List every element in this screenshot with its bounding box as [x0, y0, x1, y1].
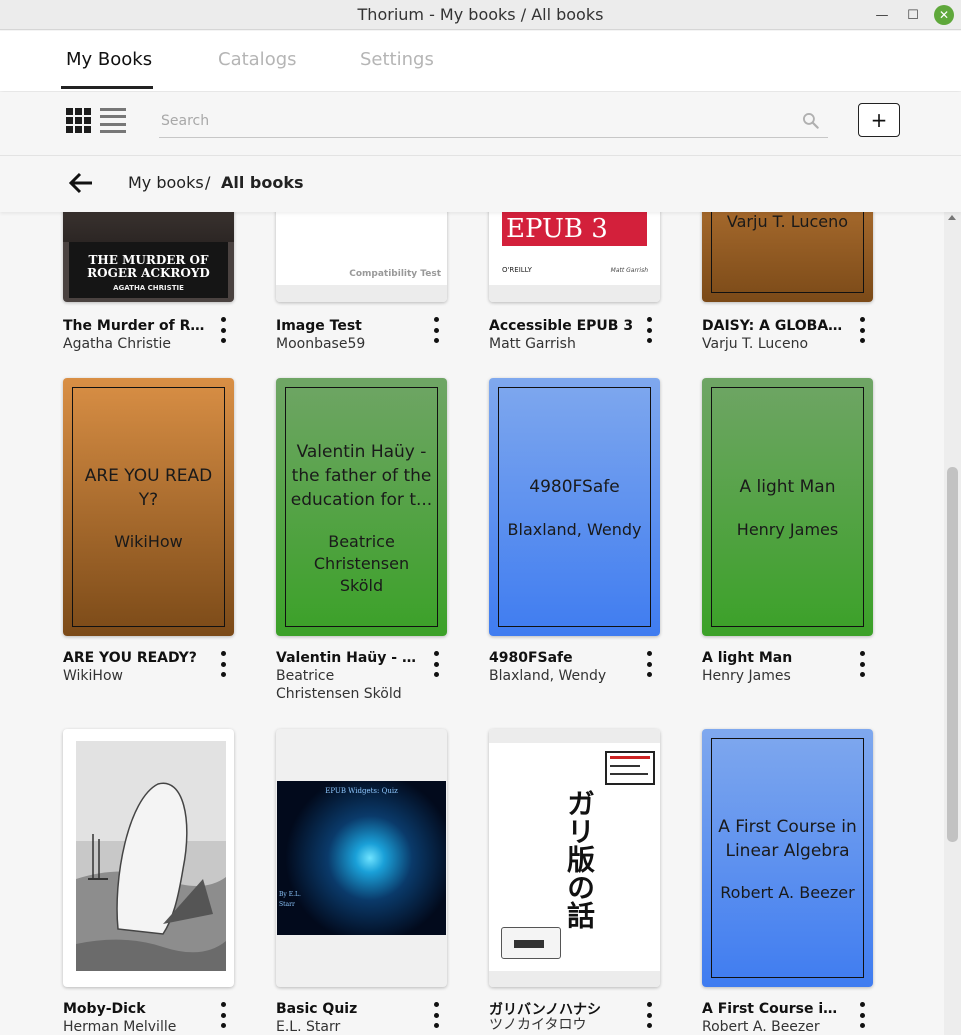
book-title[interactable]: The Murder of Ro... — [63, 318, 208, 334]
book-cover[interactable]: A light Man Henry James — [702, 378, 873, 636]
book-menu-button[interactable] — [856, 651, 868, 677]
book-menu-button[interactable] — [430, 651, 442, 677]
search-box — [159, 106, 828, 138]
tab-settings[interactable]: Settings — [360, 49, 434, 70]
book-title[interactable]: ARE YOU READY? — [63, 650, 208, 666]
cover-author: Robert A. Beezer — [720, 883, 855, 902]
book-cover[interactable]: ARE YOU READ Y? WikiHow — [63, 378, 234, 636]
maximize-button[interactable]: ☐ — [903, 5, 923, 25]
book-title[interactable]: A First Course in L... — [702, 1001, 847, 1017]
window-titlebar: Thorium - My books / All books — ☐ ✕ — [0, 0, 961, 30]
book-menu-button[interactable] — [856, 1002, 868, 1028]
cover-author: Blaxland, Wendy — [507, 520, 642, 539]
add-book-button[interactable]: + — [858, 103, 900, 137]
book-cover[interactable]: Compatibility Test — [276, 212, 447, 302]
search-input[interactable] — [159, 106, 779, 136]
cover-author: WikiHow — [114, 532, 183, 551]
breadcrumb-my-books[interactable]: My books — [128, 173, 204, 192]
close-button[interactable]: ✕ — [934, 5, 954, 25]
book-author: Beatrice Christensen Sköld — [276, 668, 402, 702]
book-menu-button[interactable] — [217, 1002, 229, 1028]
book-grid: THE MURDER OF ROGER ACKROYD AGATHA CHRIS… — [0, 212, 944, 1035]
cover-title: ARE YOU READ Y? — [84, 466, 213, 510]
book-cover[interactable]: THE MURDER OF ROGER ACKROYD AGATHA CHRIS… — [63, 212, 234, 302]
book-title[interactable]: 4980FSafe — [489, 650, 634, 666]
cover-author: Henry James — [736, 520, 839, 539]
cover-caption: Compatibility Test — [349, 269, 441, 279]
book-author: Blaxland, Wendy — [489, 668, 607, 684]
cover-title: EPUB Widgets: Quiz — [325, 787, 398, 795]
book-menu-button[interactable] — [643, 1002, 655, 1028]
book-cover[interactable] — [63, 729, 234, 987]
active-tab-indicator — [61, 86, 153, 89]
book-cover[interactable]: 4980FSafe Blaxland, Wendy — [489, 378, 660, 636]
book-title[interactable]: Valentin Haüy - th... — [276, 650, 421, 666]
book-menu-button[interactable] — [217, 651, 229, 677]
book-cover[interactable]: Valentin Haüy - the father of the educat… — [276, 378, 447, 636]
book-menu-button[interactable] — [217, 317, 229, 343]
tab-my-books[interactable]: My Books — [66, 49, 152, 70]
search-icon[interactable] — [801, 111, 821, 131]
cover-title: EPUB 3 — [502, 212, 647, 246]
list-view-icon[interactable] — [100, 108, 126, 133]
cover-stamp — [605, 751, 655, 785]
cover-author: Matt Garrish — [610, 267, 648, 274]
book-menu-button[interactable] — [643, 651, 655, 677]
cover-author: Beatrice Christensen Sköld — [313, 532, 410, 595]
book-menu-button[interactable] — [430, 317, 442, 343]
book-title[interactable]: Moby-Dick — [63, 1001, 208, 1017]
cover-title: Valentin Haüy - the father of the educat… — [290, 442, 433, 510]
book-cover[interactable]: EPUB 3 O'REILLY Matt Garrish — [489, 212, 660, 302]
back-arrow-icon[interactable] — [67, 171, 95, 195]
tab-catalogs[interactable]: Catalogs — [218, 49, 297, 70]
quiz-cover-image — [277, 781, 446, 935]
book-author: Henry James — [702, 668, 791, 684]
book-author: WikiHow — [63, 668, 123, 684]
book-author: E.L. Starr — [276, 1019, 341, 1035]
book-menu-button[interactable] — [643, 317, 655, 343]
book-title[interactable]: Basic Quiz — [276, 1001, 421, 1017]
cover-author: AGATHA CHRISTIE — [113, 284, 184, 292]
cover-publisher: O'REILLY — [502, 266, 532, 274]
scroll-up-arrow-icon[interactable] — [948, 215, 956, 220]
book-cover[interactable]: EPUB Widgets: Quiz By E.L. Starr — [276, 729, 447, 987]
whale-illustration — [76, 741, 226, 971]
breadcrumb-all-books: All books — [221, 173, 304, 192]
book-author: ツノカイタロウ — [489, 1017, 587, 1033]
book-cover[interactable]: Varju T. Luceno — [702, 212, 873, 302]
book-title[interactable]: DAISY: A GLOBAL ... — [702, 318, 847, 334]
cover-author: Varju T. Luceno — [726, 212, 849, 231]
library-toolbar: + — [0, 92, 961, 154]
cover-byline: By E.L. Starr — [279, 891, 301, 908]
book-author: Herman Melville — [63, 1019, 177, 1035]
cover-title: A light Man — [739, 477, 836, 497]
cover-illustration — [501, 927, 561, 959]
book-menu-button[interactable] — [430, 1002, 442, 1028]
book-cover[interactable]: A First Course in Linear Algebra Robert … — [702, 729, 873, 987]
window-title: Thorium - My books / All books — [357, 5, 604, 24]
book-author: Matt Garrish — [489, 336, 576, 352]
breadcrumb: My books / All books — [0, 155, 961, 212]
book-cover[interactable]: ガリ版の話 — [489, 729, 660, 987]
book-title[interactable]: Image Test — [276, 318, 421, 334]
book-title[interactable]: A light Man — [702, 650, 847, 666]
top-nav: My Books Catalogs Settings — [0, 31, 961, 91]
book-author: Robert A. Beezer — [702, 1019, 820, 1035]
cover-title: 4980FSafe — [529, 477, 620, 497]
book-author: Varju T. Luceno — [702, 336, 809, 352]
breadcrumb-separator: / — [205, 173, 211, 192]
cover-title: A First Course in Linear Algebra — [718, 817, 857, 861]
cover-title-line: ROGER ACKROYD — [87, 266, 210, 280]
book-author: Agatha Christie — [63, 336, 172, 352]
minimize-button[interactable]: — — [872, 5, 892, 25]
book-menu-button[interactable] — [856, 317, 868, 343]
scrollbar-thumb[interactable] — [947, 467, 958, 842]
book-author: Moonbase59 — [276, 336, 366, 352]
scrollbar[interactable] — [944, 212, 961, 1035]
grid-view-icon[interactable] — [66, 108, 91, 133]
cover-title: ガリ版の話 — [563, 789, 596, 929]
book-title[interactable]: Accessible EPUB 3 — [489, 318, 634, 334]
